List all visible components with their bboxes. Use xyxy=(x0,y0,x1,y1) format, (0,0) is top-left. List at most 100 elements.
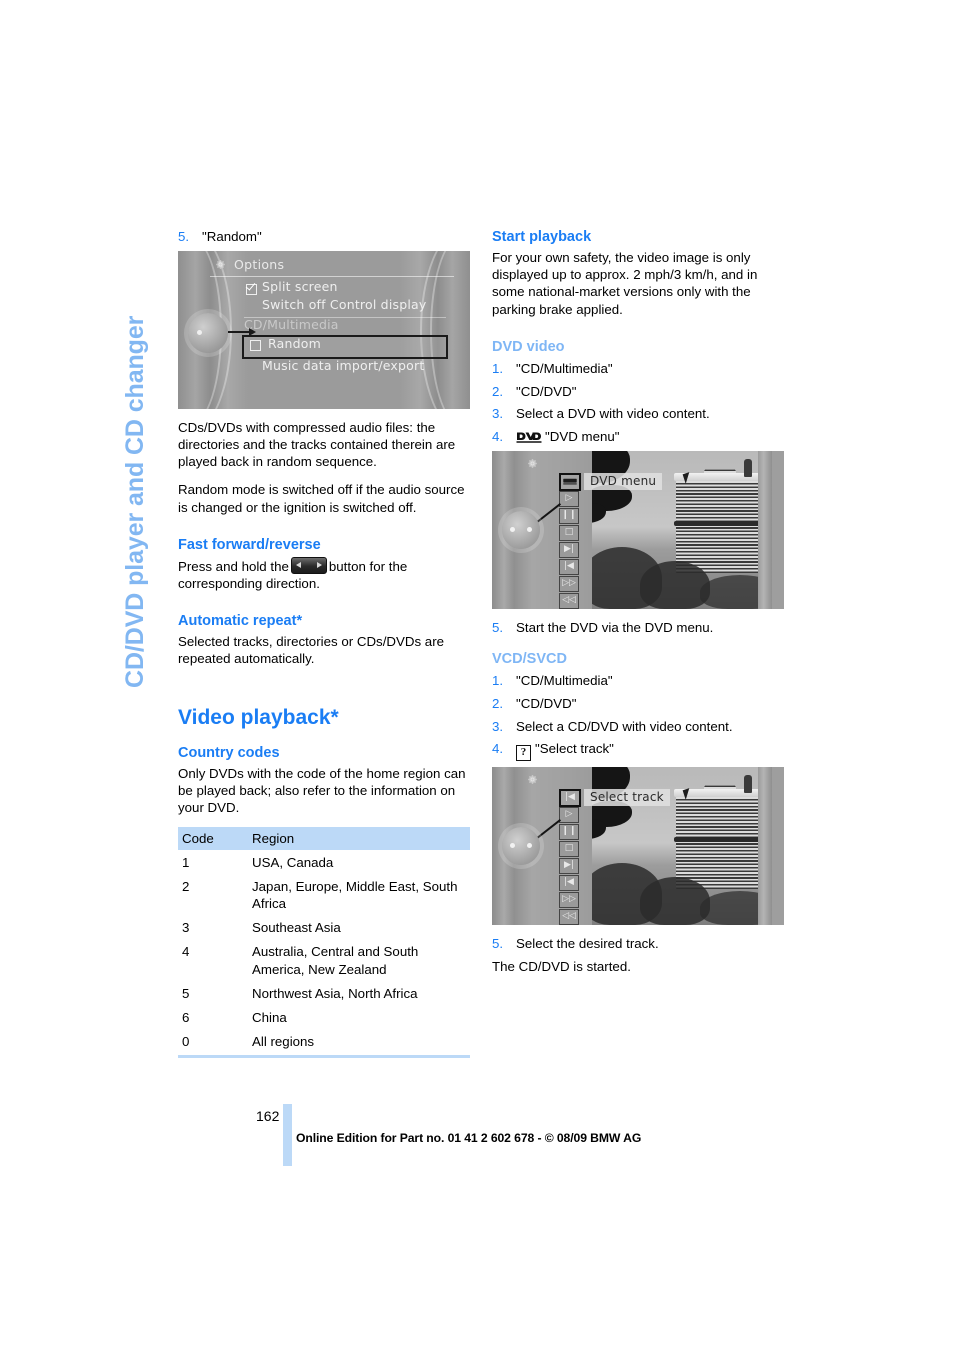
cell-region: Northwest Asia, North Africa xyxy=(252,985,418,1001)
footer-accent-bar xyxy=(283,1104,292,1166)
next-track-icon[interactable]: ▶| xyxy=(559,541,579,558)
cell-code: 5 xyxy=(182,985,190,1001)
table-row: 6 China xyxy=(178,1006,470,1030)
idrive-controller-knob[interactable] xyxy=(502,826,540,865)
divider xyxy=(210,275,454,277)
select-track-icon: ? xyxy=(516,745,531,762)
step-4-label: "Select track" xyxy=(535,741,614,757)
step-number: 2. xyxy=(492,696,504,712)
table-row: 2 Japan, Europe, Middle East, South Afri… xyxy=(178,874,470,915)
step-text: "CD/DVD" xyxy=(516,696,577,712)
decorative-arc xyxy=(430,250,470,409)
table-row: 0 All regions xyxy=(178,1029,470,1059)
stop-icon[interactable]: □ xyxy=(559,840,579,857)
step-dvd-2: 2. "CD/DVD" xyxy=(492,383,784,400)
bmw-tower xyxy=(676,478,706,573)
gear-icon xyxy=(528,775,537,784)
cell-region: Australia, Central and South America, Ne… xyxy=(252,944,419,977)
step-dvd-1: 1. "CD/Multimedia" xyxy=(492,360,784,377)
rewind-icon[interactable]: ◁◁ xyxy=(559,908,579,925)
cell-code: 1 xyxy=(182,854,190,870)
step-text: Start the DVD via the DVD menu. xyxy=(516,619,714,635)
step-text: "DVD menu" xyxy=(516,428,784,445)
step-text: "CD/Multimedia" xyxy=(516,673,613,689)
menu-label-select-track: Select track xyxy=(584,788,670,806)
idrive-controller-knob[interactable] xyxy=(502,510,540,549)
cell-region: Japan, Europe, Middle East, South Africa xyxy=(252,878,458,912)
heading-automatic-repeat: Automatic repeat* xyxy=(178,613,303,630)
heading-video-playback: Video playback* xyxy=(178,705,339,729)
heading-start-playback: Start playback xyxy=(492,229,592,245)
step-dvd-3: 3. Select a DVD with video content. xyxy=(492,405,784,422)
menu-button-dvd-menu[interactable] xyxy=(559,472,581,491)
tower-band xyxy=(674,520,764,526)
manual-page: CD/DVD player and CD changer 5. "Random"… xyxy=(0,0,954,1350)
paragraph-compressed-audio: CDs/DVDs with compressed audio files: th… xyxy=(178,419,456,470)
column-header-code: Code xyxy=(178,827,248,851)
step-number: 2. xyxy=(492,383,504,399)
rewind-icon[interactable]: ◁◁ xyxy=(559,592,579,609)
paragraph-start-playback: For your own safety, the video image is … xyxy=(492,250,758,317)
next-track-icon[interactable]: ▶| xyxy=(559,857,579,874)
play-icon[interactable]: ▷ xyxy=(559,806,579,823)
dvd-logo-icon xyxy=(563,478,577,485)
page-number: 162 xyxy=(256,1108,280,1124)
step-4-label: "DVD menu" xyxy=(545,428,620,444)
foliage xyxy=(592,818,606,839)
menu-item-split-screen[interactable]: Split screen xyxy=(262,279,338,294)
step-text: "CD/Multimedia" xyxy=(516,360,613,376)
cell-code: 3 xyxy=(182,920,190,936)
fast-forward-reverse-button-icon[interactable] xyxy=(290,556,327,574)
paragraph-country-codes: Only DVDs with the code of the home regi… xyxy=(178,765,466,815)
screenshot-options-menu: Options Split screen Switch off Control … xyxy=(178,250,470,409)
pointer-arrow xyxy=(228,327,256,336)
fast-forward-icon[interactable]: ▷▷ xyxy=(559,891,579,908)
cell-code: 4 xyxy=(182,944,190,960)
previous-track-icon[interactable]: |◀ xyxy=(559,558,579,575)
table-header-row: Code Region xyxy=(178,827,470,851)
cell-code: 2 xyxy=(182,878,190,894)
paragraph-random-off: Random mode is switched off if the audio… xyxy=(178,482,465,515)
idrive-controller-knob[interactable] xyxy=(188,312,228,353)
pause-icon[interactable]: ❙❙ xyxy=(559,507,579,524)
step-number: 3. xyxy=(492,406,504,422)
menu-button-select-track[interactable]: |◀ xyxy=(559,788,581,807)
step-number: 1. xyxy=(492,673,504,689)
menu-item-switch-off-control-display[interactable]: Switch off Control display xyxy=(262,297,426,312)
screen-edge xyxy=(758,766,772,925)
heading-fast-forward-reverse: Fast forward/reverse xyxy=(178,536,321,553)
heading-country-codes: Country codes xyxy=(178,744,280,761)
step-vcd-5: 5. Select the desired track. xyxy=(492,935,784,952)
menu-section-cd-multimedia: CD/Multimedia xyxy=(244,316,339,332)
stop-icon[interactable]: □ xyxy=(559,524,579,541)
step-number: 1. xyxy=(492,360,504,376)
screenshot-dvd-menu: DVD menu ▷ ❙❙ □ ▶| |◀ ▷▷ ◁◁ xyxy=(492,450,784,609)
heading-vcd-svcd: VCD/SVCD xyxy=(492,651,567,668)
menu-item-music-data-import-export[interactable]: Music data import/export xyxy=(262,358,424,373)
step-number: 4. xyxy=(492,428,504,444)
imprint-line: Online Edition for Part no. 01 41 2 602 … xyxy=(296,1131,642,1145)
checkbox-split-screen[interactable] xyxy=(246,283,257,295)
country-codes-table: Code Region 1 USA, Canada 2 Japan, Europ… xyxy=(178,827,470,1059)
previous-track-icon[interactable]: |◀ xyxy=(559,874,579,891)
step-text: ? "Select track" xyxy=(516,740,784,762)
play-icon[interactable]: ▷ xyxy=(559,490,579,507)
tower-band xyxy=(674,836,764,842)
table-row: 5 Northwest Asia, North Africa xyxy=(178,981,470,1005)
paragraph-cd-dvd-started: The CD/DVD is started. xyxy=(492,958,631,974)
step-text: Select a CD/DVD with video content. xyxy=(516,718,733,734)
step-number: 5. xyxy=(492,935,504,951)
step-number: 5. xyxy=(178,229,190,244)
cell-code: 6 xyxy=(182,1010,190,1026)
menu-title: Options xyxy=(234,256,285,272)
step-text: "CD/DVD" xyxy=(516,383,577,399)
fast-forward-icon[interactable]: ▷▷ xyxy=(559,575,579,592)
menu-item-random[interactable]: Random xyxy=(268,336,321,351)
cell-region: Southeast Asia xyxy=(252,920,341,936)
running-head: CD/DVD player and CD changer xyxy=(121,315,149,688)
gear-icon xyxy=(528,458,537,468)
checkbox-random[interactable] xyxy=(250,339,261,351)
tower-antenna xyxy=(744,458,752,477)
pause-icon[interactable]: ❙❙ xyxy=(559,823,579,840)
step-dvd-5: 5. Start the DVD via the DVD menu. xyxy=(492,619,784,636)
